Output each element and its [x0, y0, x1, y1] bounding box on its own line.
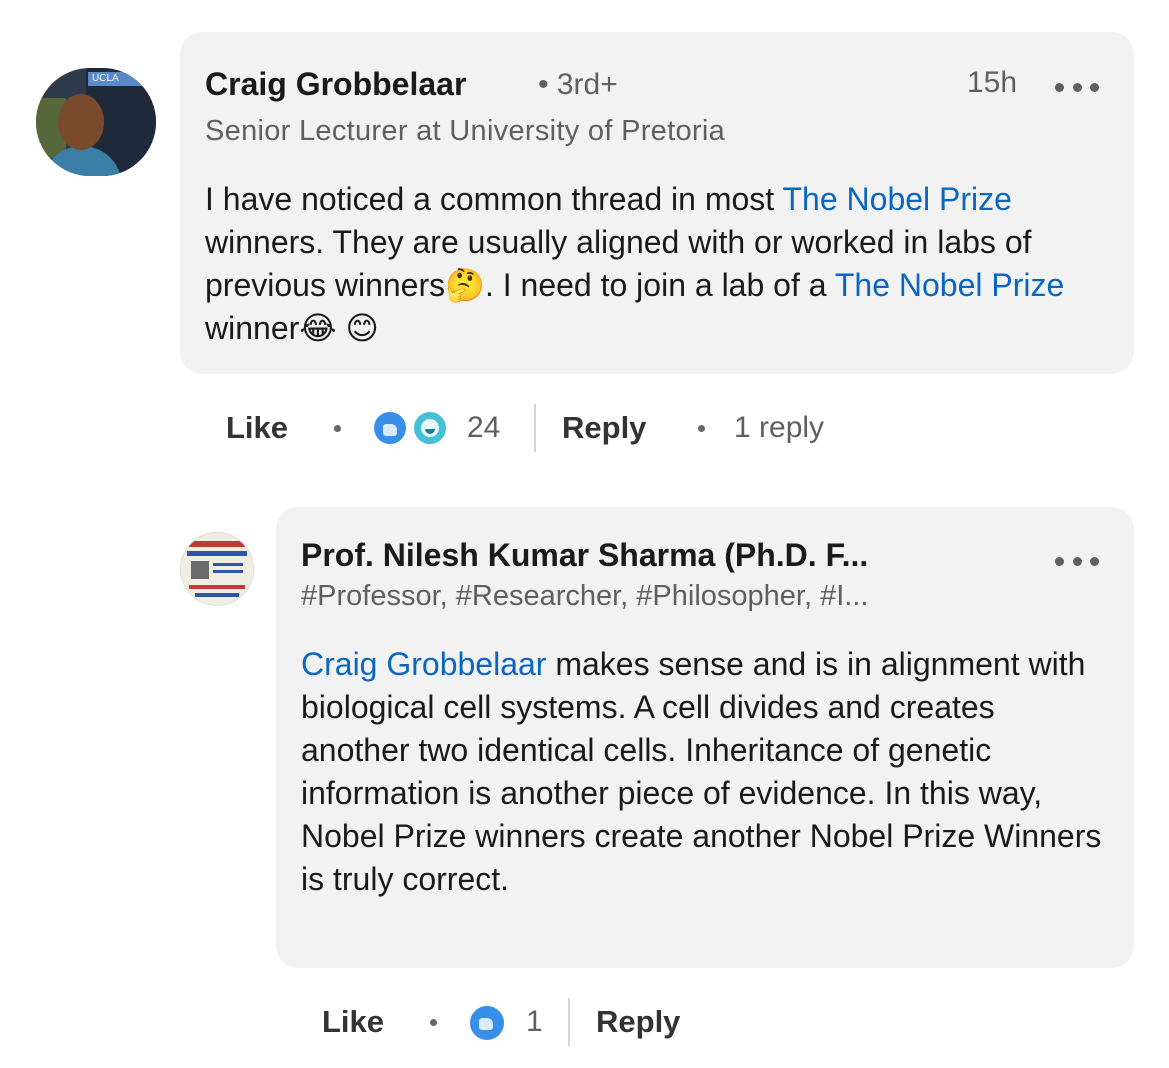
nobel-prize-mention-link[interactable]: The Nobel Prize [835, 267, 1064, 303]
avatar-sign-header: UCLA [88, 72, 156, 86]
reply-author-headline: #Professor, #Researcher, #Philosopher, #… [301, 580, 869, 612]
divider [534, 404, 536, 452]
thinking-face-emoji: 🤔 [445, 266, 485, 304]
avatar-face [58, 94, 104, 150]
separator-dot [430, 1019, 437, 1026]
replies-count-link[interactable]: 1 reply [734, 411, 824, 445]
more-options-icon[interactable] [1055, 81, 1099, 93]
comment-author-name[interactable]: Craig Grobbelaar [205, 66, 466, 103]
like-reaction-icon[interactable] [372, 410, 408, 446]
reply-reaction-count[interactable]: 1 [526, 1005, 543, 1039]
comment-text-part: . I need to join a lab of a [484, 267, 835, 303]
author-avatar[interactable]: UCLA [36, 68, 156, 176]
tears-of-joy-emoji: 😂 [299, 309, 337, 347]
comment-text-part: I have noticed a common thread in most [205, 181, 783, 217]
reply-reply-button[interactable]: Reply [596, 1004, 680, 1040]
reply-author-avatar[interactable] [180, 532, 254, 606]
comment-text: I have noticed a common thread in most T… [205, 178, 1115, 350]
separator-dot [334, 425, 341, 432]
reply-author-name[interactable]: Prof. Nilesh Kumar Sharma (Ph.D. F... [301, 537, 868, 574]
more-options-icon[interactable] [1055, 555, 1099, 567]
smiling-face-emoji: 😊 [345, 309, 379, 347]
comment-text-part: winner [205, 310, 300, 346]
comment-timestamp: 15h [967, 66, 1018, 99]
author-headline: Senior Lecturer at University of Pretori… [205, 115, 726, 147]
divider [568, 998, 570, 1046]
nobel-prize-mention-link[interactable]: The Nobel Prize [783, 181, 1012, 217]
like-button[interactable]: Like [226, 410, 288, 446]
author-mention-link[interactable]: Craig Grobbelaar [301, 646, 546, 682]
reply-button[interactable]: Reply [562, 410, 646, 446]
reply-like-button[interactable]: Like [322, 1004, 384, 1040]
reply-text-part: makes sense and is in alignment with bio… [301, 646, 1102, 897]
comments-thread: UCLA Craig Grobbelaar • 3rd+ 15h Senior … [0, 0, 1169, 1068]
reply-text: Craig Grobbelaar makes sense and is in a… [301, 643, 1111, 901]
funny-reaction-icon[interactable] [412, 410, 448, 446]
like-reaction-icon[interactable] [468, 1004, 506, 1042]
connection-degree: • 3rd+ [538, 68, 618, 101]
reaction-count[interactable]: 24 [467, 411, 500, 445]
separator-dot [698, 425, 705, 432]
